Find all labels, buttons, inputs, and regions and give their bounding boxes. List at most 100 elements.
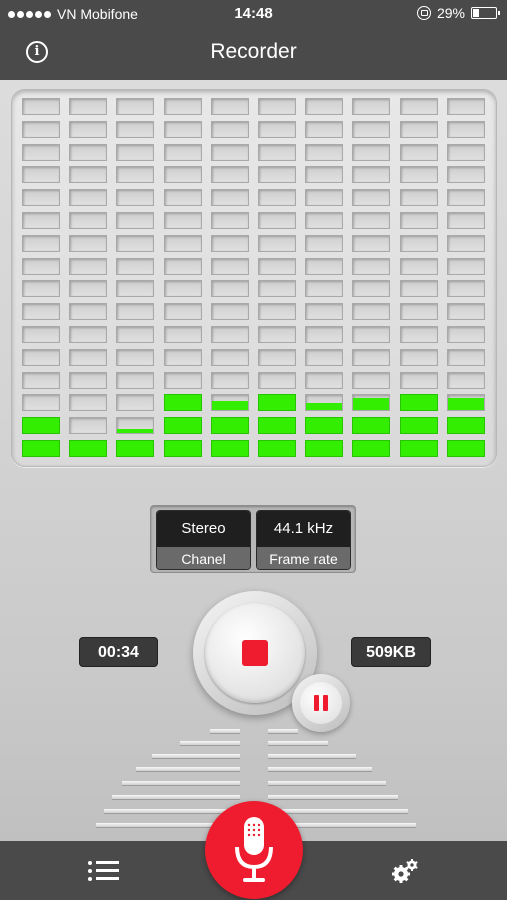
equalizer-cell <box>352 212 391 229</box>
equalizer-cell <box>399 371 438 389</box>
equalizer-cell <box>352 326 391 343</box>
equalizer-cell <box>305 166 344 184</box>
equalizer-cell <box>163 394 202 412</box>
equalizer-cell <box>163 98 202 115</box>
battery-percent: 29% <box>436 5 465 21</box>
equalizer-cell <box>352 120 391 138</box>
equalizer-cell <box>399 143 438 161</box>
equalizer-cell <box>22 371 60 389</box>
equalizer-cell <box>22 417 60 435</box>
equalizer-cell <box>69 98 108 115</box>
equalizer-cell <box>69 371 108 389</box>
equalizer-cell <box>305 303 344 321</box>
equalizer-cell <box>352 371 391 389</box>
equalizer-cell <box>116 440 155 457</box>
equalizer-cell <box>399 348 438 366</box>
equalizer-cell <box>116 303 155 321</box>
equalizer-cell <box>69 417 108 435</box>
frame-rate-value: 44.1 kHz <box>257 511 350 547</box>
pause-button-ring <box>292 674 350 732</box>
equalizer-cell <box>352 394 391 412</box>
record-mic-button[interactable] <box>205 801 303 899</box>
grille-bar <box>268 767 372 772</box>
grille-bar <box>136 767 240 772</box>
equalizer-cell <box>305 348 344 366</box>
equalizer-cell <box>116 212 155 229</box>
equalizer-cell <box>258 348 296 366</box>
equalizer-cell <box>210 98 249 115</box>
equalizer-cell <box>22 303 60 321</box>
recorder-app: VN Mobifone 14:48 29% i Recorder Stereo … <box>0 0 507 900</box>
equalizer-cell <box>305 394 344 412</box>
equalizer-cell <box>22 257 60 275</box>
equalizer-cell <box>352 234 391 252</box>
equalizer-cell <box>399 394 438 412</box>
equalizer-cell <box>163 326 202 343</box>
equalizer-cell <box>352 143 391 161</box>
equalizer-cell <box>399 98 438 115</box>
equalizer-cell <box>305 326 344 343</box>
grille-bar <box>112 795 240 800</box>
stop-button[interactable] <box>205 603 305 703</box>
equalizer-cell <box>163 348 202 366</box>
equalizer-cell <box>352 98 391 115</box>
audio-info-box: Stereo Chanel 44.1 kHz Frame rate <box>150 505 356 573</box>
equalizer-cell <box>446 394 485 412</box>
equalizer-cell <box>305 280 344 298</box>
equalizer-cell <box>258 189 296 207</box>
equalizer-cell <box>210 417 249 435</box>
equalizer-cell <box>210 280 249 298</box>
equalizer-cell <box>69 120 108 138</box>
equalizer-cell <box>116 371 155 389</box>
pause-button[interactable] <box>300 682 342 724</box>
equalizer-cell <box>399 257 438 275</box>
equalizer-cell <box>69 166 108 184</box>
equalizer-cell <box>258 303 296 321</box>
grille-bar <box>180 741 240 746</box>
equalizer-cell <box>116 280 155 298</box>
equalizer-cell <box>446 326 485 343</box>
equalizer-cell <box>210 189 249 207</box>
equalizer-cell <box>116 234 155 252</box>
equalizer-cell <box>116 394 155 412</box>
equalizer-cell <box>116 98 155 115</box>
rotation-lock-icon <box>416 6 431 20</box>
equalizer-cell <box>22 212 60 229</box>
equalizer-cell <box>446 189 485 207</box>
equalizer-cell <box>116 189 155 207</box>
equalizer-cell <box>69 143 108 161</box>
frame-rate-display: 44.1 kHz Frame rate <box>256 510 351 570</box>
equalizer-cell <box>399 280 438 298</box>
channel-label: Chanel <box>157 547 250 569</box>
equalizer-cell <box>22 189 60 207</box>
page-title: Recorder <box>210 40 297 63</box>
equalizer-cell <box>446 212 485 229</box>
equalizer-cell <box>258 166 296 184</box>
equalizer-cell <box>163 166 202 184</box>
equalizer-cell <box>22 166 60 184</box>
equalizer-cell <box>210 371 249 389</box>
settings-gear-icon[interactable] <box>390 857 420 885</box>
equalizer-cell <box>258 212 296 229</box>
battery-icon <box>471 7 500 19</box>
recordings-list-icon[interactable] <box>88 860 120 882</box>
equalizer-cell <box>69 212 108 229</box>
equalizer-cell <box>69 394 108 412</box>
equalizer-cell <box>399 212 438 229</box>
equalizer-cell <box>163 143 202 161</box>
equalizer-cell <box>446 257 485 275</box>
equalizer-cell <box>305 440 344 457</box>
equalizer-cell <box>69 303 108 321</box>
equalizer-cell <box>210 348 249 366</box>
equalizer-cell <box>305 98 344 115</box>
equalizer-cell <box>116 348 155 366</box>
equalizer-cell <box>22 98 60 115</box>
equalizer-cell <box>305 257 344 275</box>
equalizer-cell <box>399 189 438 207</box>
equalizer-cell <box>210 394 249 412</box>
grille-bar <box>268 809 408 814</box>
equalizer-cell <box>116 120 155 138</box>
equalizer-cell <box>116 257 155 275</box>
equalizer-cell <box>116 417 155 435</box>
file-size: 509KB <box>351 637 431 667</box>
